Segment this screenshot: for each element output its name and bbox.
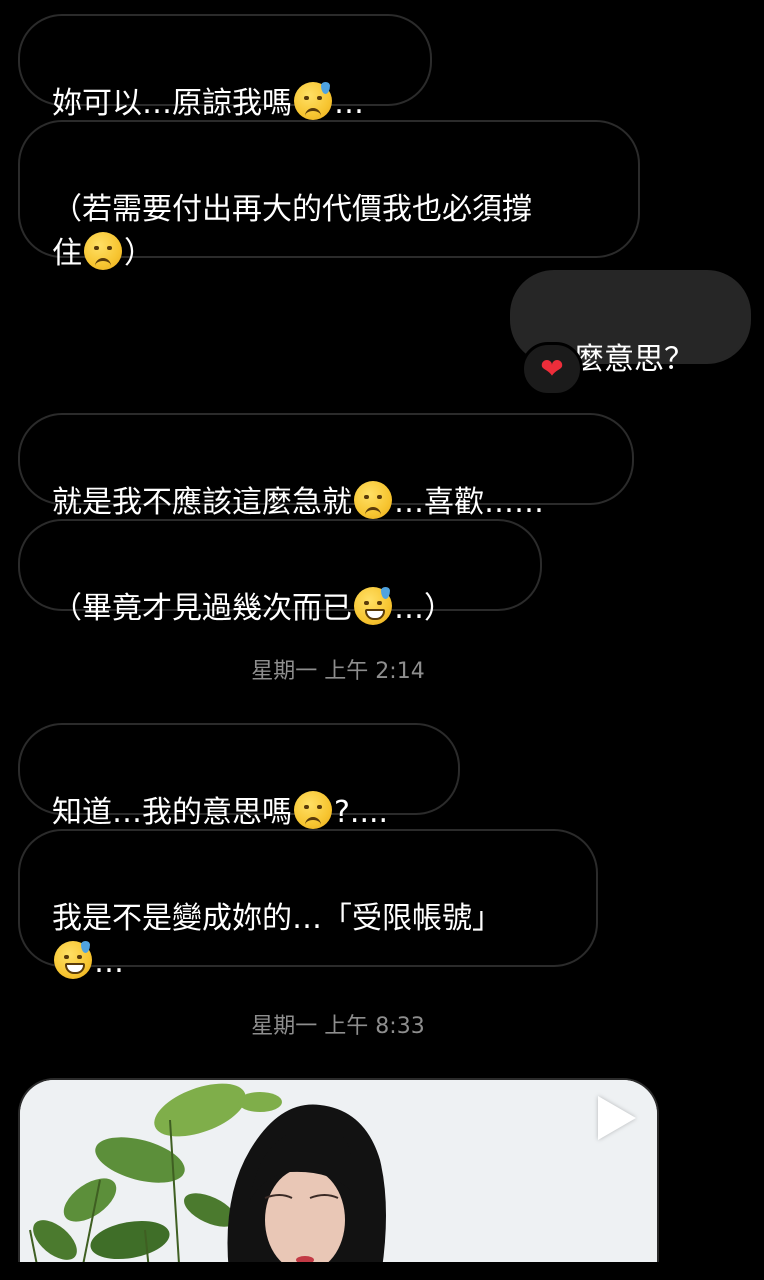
worried-face-icon bbox=[84, 232, 122, 270]
message-text: 知道…我的意思嗎 bbox=[52, 795, 292, 830]
video-message-thumbnail[interactable] bbox=[18, 1078, 659, 1280]
grinning-sweat-icon bbox=[354, 587, 392, 625]
message-text: 就是我不應該這麼急就 bbox=[52, 485, 352, 520]
message-text: …） bbox=[394, 591, 454, 626]
message-bubble-incoming[interactable]: （若需要付出再大的代價我也必須撐 住） bbox=[18, 120, 640, 271]
message-bubble-incoming[interactable]: 就是我不應該這麼急就 …喜歡…… bbox=[18, 413, 634, 520]
message-bubble-incoming[interactable]: 妳可以…原諒我嗎 … bbox=[18, 14, 432, 121]
message-text: ） bbox=[124, 236, 154, 271]
pensive-face-icon bbox=[294, 791, 332, 829]
downcast-sweat-emoji-icon bbox=[294, 82, 332, 120]
timestamp: 星期一 上午 8:33 bbox=[251, 1014, 425, 1039]
timestamp: 星期一 上午 2:14 bbox=[251, 659, 425, 684]
bottom-divider bbox=[0, 1262, 764, 1280]
video-thumbnail-image bbox=[20, 1080, 657, 1280]
pensive-face-icon bbox=[354, 481, 392, 519]
message-bubble-incoming[interactable]: 我是不是變成妳的…「受限帳號」 … bbox=[18, 829, 598, 980]
grinning-sweat-icon bbox=[54, 941, 92, 979]
message-text: ?.... bbox=[334, 795, 389, 830]
message-text: （畢竟才見過幾次而已 bbox=[52, 591, 352, 626]
heart-icon: ❤ bbox=[540, 352, 564, 385]
message-bubble-incoming[interactable]: （畢竟才見過幾次而已 …） bbox=[18, 519, 542, 626]
play-icon[interactable] bbox=[598, 1096, 636, 1140]
message-text: …喜歡…… bbox=[394, 485, 544, 520]
message-text: … bbox=[334, 86, 364, 121]
message-reaction[interactable]: ❤ bbox=[521, 342, 583, 396]
message-text: 妳可以…原諒我嗎 bbox=[52, 86, 292, 121]
message-text: … bbox=[94, 945, 124, 980]
message-text: 我是不是變成妳的…「受限帳號」 bbox=[52, 901, 502, 936]
message-bubble-incoming[interactable]: 知道…我的意思嗎?.... bbox=[18, 723, 460, 830]
